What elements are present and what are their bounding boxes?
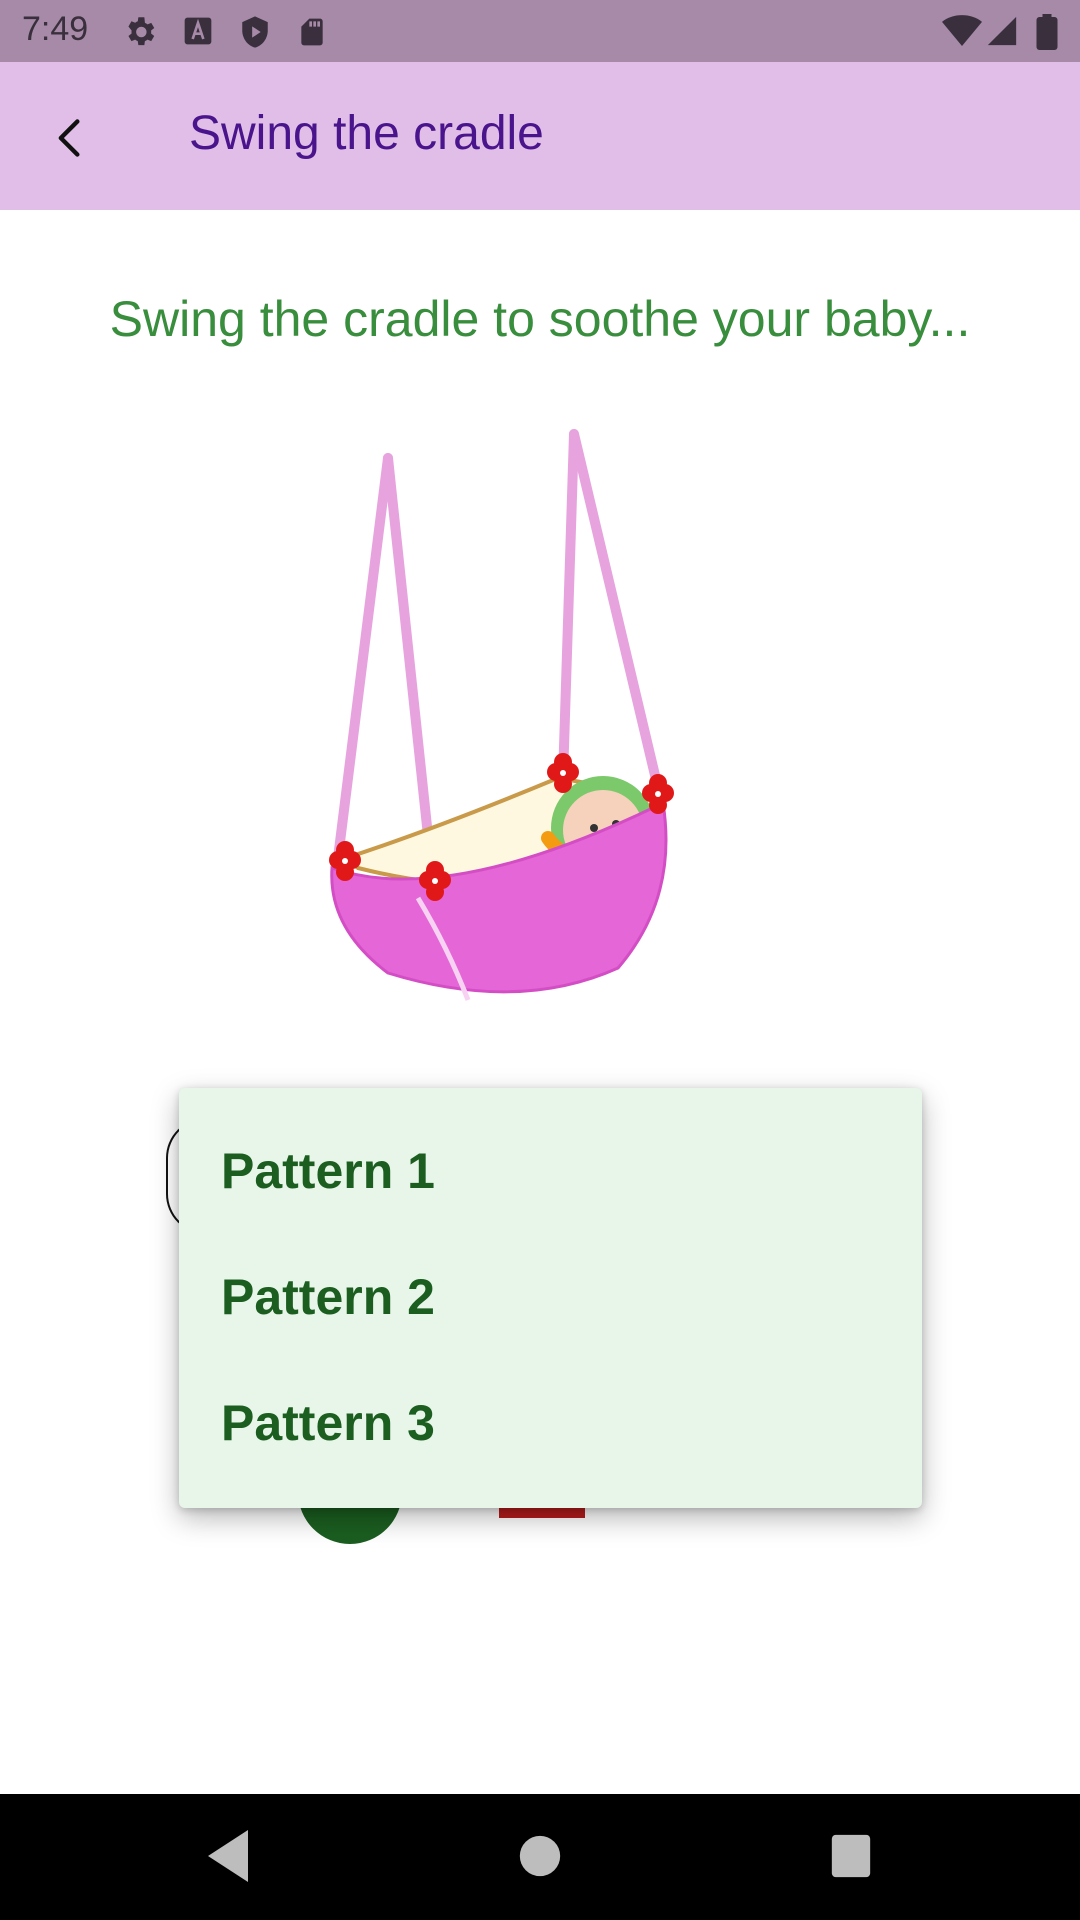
home-circle-icon[interactable] <box>518 1826 562 1886</box>
app-bar: Swing the cradle <box>0 62 1080 210</box>
signal-icon <box>987 16 1017 46</box>
status-bar: 7:49 <box>0 0 1080 62</box>
menu-item-pattern-3[interactable]: Pattern 3 <box>179 1360 922 1486</box>
recents-square-icon[interactable] <box>828 1826 874 1886</box>
pattern-dropdown-menu: Pattern 1 Pattern 2 Pattern 3 <box>179 1088 922 1508</box>
shield-icon <box>242 16 268 48</box>
sd-card-icon <box>301 18 323 46</box>
settings-icon <box>128 17 155 46</box>
page-title: Swing the cradle <box>189 107 544 160</box>
wifi-icon <box>942 15 982 46</box>
cradle-image <box>329 429 674 1001</box>
battery-icon <box>1036 14 1058 50</box>
status-time: 7:49 <box>22 10 89 48</box>
back-triangle-icon[interactable] <box>204 1826 252 1886</box>
menu-item-pattern-1[interactable]: Pattern 1 <box>179 1108 922 1234</box>
back-button[interactable] <box>30 98 110 178</box>
menu-item-pattern-2[interactable]: Pattern 2 <box>179 1234 922 1360</box>
subtitle-text: Swing the cradle to soothe your baby... <box>109 291 971 347</box>
arrow-back-icon <box>58 119 80 157</box>
a-icon <box>184 17 212 45</box>
system-nav-bar <box>0 1794 1080 1920</box>
